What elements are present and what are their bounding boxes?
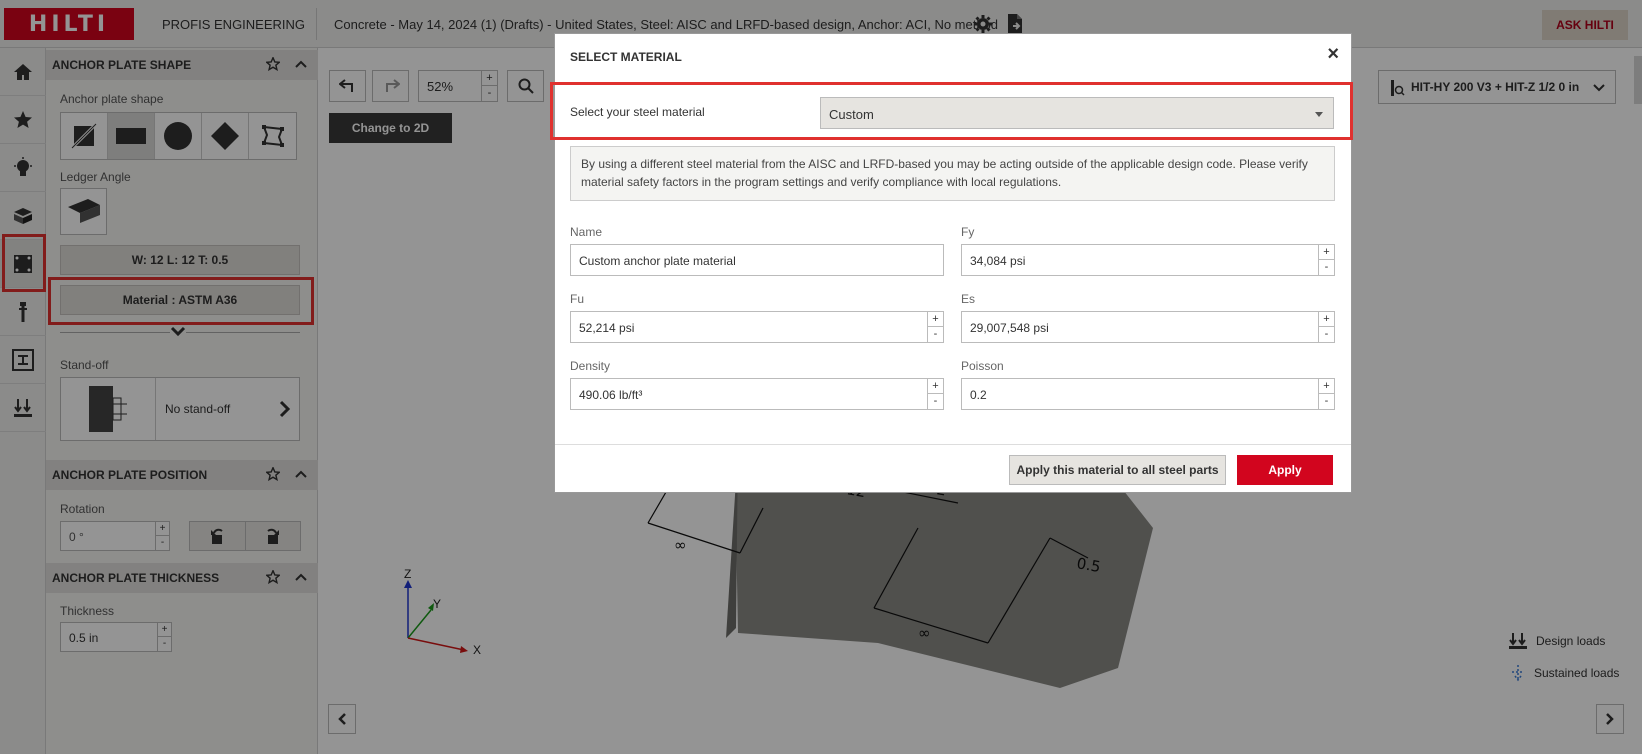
spin-down[interactable]: - — [1319, 260, 1334, 275]
spin-down[interactable]: - — [928, 394, 943, 409]
spin-up[interactable]: + — [928, 312, 943, 327]
density-label: Density — [570, 359, 611, 373]
fy-label: Fy — [961, 225, 975, 239]
apply-to-all-button[interactable]: Apply this material to all steel parts — [1009, 455, 1226, 485]
spin-down[interactable]: - — [1319, 394, 1334, 409]
spin-up[interactable]: + — [1319, 379, 1334, 394]
density-field[interactable]: 490.06 lb/ft³ + - — [570, 378, 944, 410]
highlight-steel-material — [550, 82, 1353, 140]
es-field[interactable]: 29,007,548 psi + - — [961, 311, 1335, 343]
name-label: Name — [570, 225, 603, 239]
poisson-stepper[interactable]: + - — [1318, 379, 1334, 409]
apply-button[interactable]: Apply — [1237, 455, 1333, 485]
spin-down[interactable]: - — [928, 327, 943, 342]
name-field[interactable]: Custom anchor plate material — [570, 244, 944, 276]
fu-label: Fu — [570, 292, 585, 306]
poisson-label: Poisson — [961, 359, 1004, 373]
spin-up[interactable]: + — [1319, 245, 1334, 260]
es-label: Es — [961, 292, 976, 306]
fy-value: 34,084 psi — [970, 254, 1026, 268]
poisson-value: 0.2 — [970, 388, 987, 402]
es-stepper[interactable]: + - — [1318, 312, 1334, 342]
fy-stepper[interactable]: + - — [1318, 245, 1334, 275]
poisson-field[interactable]: 0.2 + - — [961, 378, 1335, 410]
fu-stepper[interactable]: + - — [927, 312, 943, 342]
fu-field[interactable]: 52,214 psi + - — [570, 311, 944, 343]
dialog-footer: Apply this material to all steel parts A… — [555, 444, 1351, 492]
dialog-title: SELECT MATERIAL — [570, 50, 682, 64]
close-icon[interactable]: × — [1327, 44, 1339, 64]
fy-field[interactable]: 34,084 psi + - — [961, 244, 1335, 276]
es-value: 29,007,548 psi — [970, 321, 1049, 335]
density-stepper[interactable]: + - — [927, 379, 943, 409]
spin-up[interactable]: + — [928, 379, 943, 394]
design-code-warning: By using a different steel material from… — [570, 146, 1335, 201]
spin-up[interactable]: + — [1319, 312, 1334, 327]
density-value: 490.06 lb/ft³ — [579, 388, 643, 402]
fu-value: 52,214 psi — [579, 321, 635, 335]
spin-down[interactable]: - — [1319, 327, 1334, 342]
name-value: Custom anchor plate material — [579, 254, 736, 268]
